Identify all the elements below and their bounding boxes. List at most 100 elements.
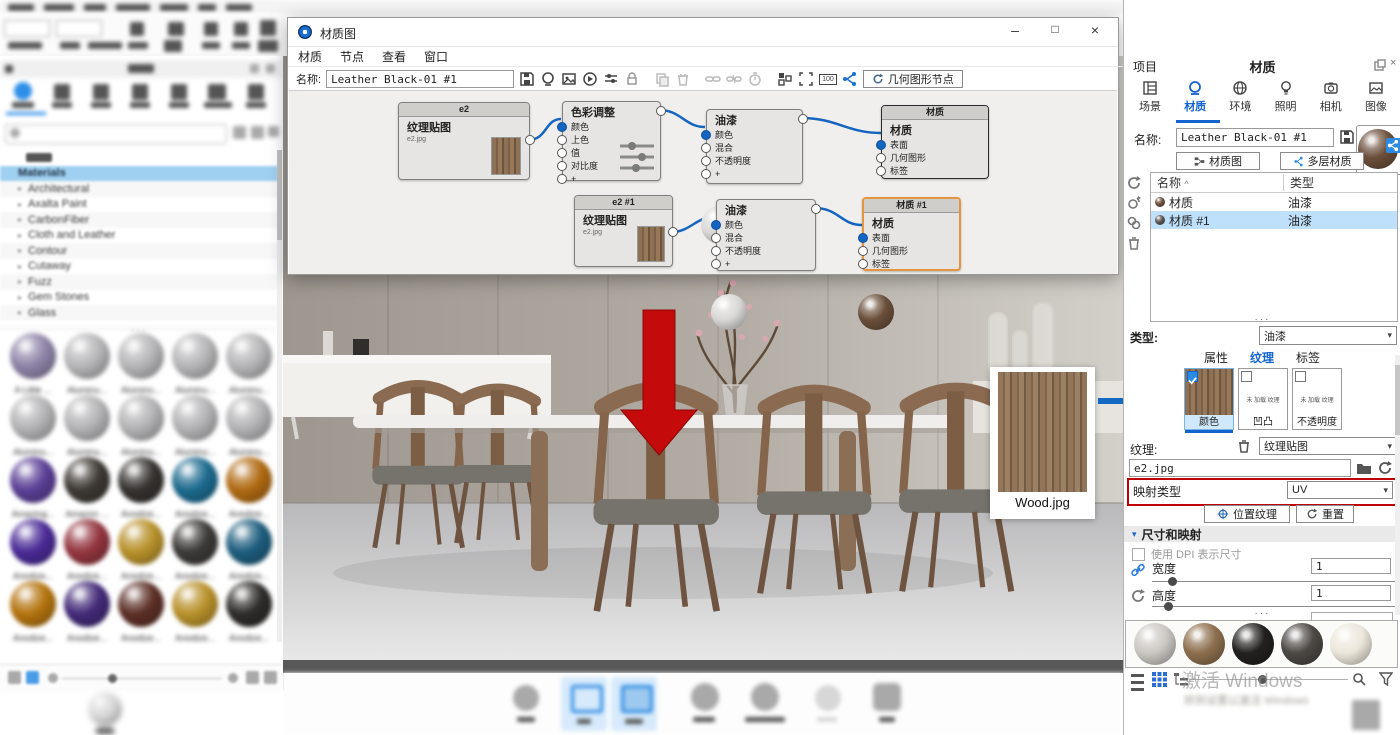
material-thumb[interactable]: Anodize... (62, 581, 112, 643)
size-mapping-section[interactable]: ▾ 尺寸和映射 (1124, 526, 1400, 542)
material-thumb[interactable]: Anodize... (116, 519, 166, 581)
tab-environment[interactable]: 环境 (1218, 80, 1262, 124)
node-canvas[interactable]: e2 纹理贴图 e2.jpg 色彩调整 颜色 上色 值 对比度 + (289, 90, 1117, 274)
refresh-all-icon[interactable] (1126, 195, 1142, 211)
geometry-node-button[interactable]: 几何图形节点 (863, 70, 963, 88)
search-icon[interactable] (1352, 672, 1366, 686)
material-thumb[interactable]: A Little ... (8, 333, 58, 395)
node-link-icon[interactable] (842, 71, 858, 87)
save-icon[interactable] (1339, 129, 1355, 145)
bottom-tool-active-1[interactable] (561, 677, 607, 731)
material-thumb[interactable]: Anodize... (116, 581, 166, 643)
tree-item[interactable]: ▸Contour (0, 243, 278, 259)
input-port[interactable] (711, 246, 721, 256)
link-lock-icon[interactable] (1130, 562, 1146, 578)
texture-slot-bump[interactable]: 未 加载 纹理 凹凸 (1238, 368, 1288, 430)
thumb-size-slider[interactable] (62, 678, 222, 679)
node-material-2-selected[interactable]: 材质 #1 材质 表面 几何图形 标签 (862, 197, 961, 271)
multi-material-badge[interactable] (1386, 138, 1400, 153)
texture-type-dropdown[interactable]: 纹理贴图▾ (1259, 437, 1397, 455)
tree-item-materials[interactable]: Materials (0, 166, 278, 182)
tree-item[interactable]: ▸Axalta Paint (0, 197, 278, 213)
texture-trash-icon[interactable] (1236, 438, 1252, 454)
variant-sphere[interactable] (1183, 623, 1225, 665)
input-port[interactable] (701, 156, 711, 166)
height-input[interactable]: 1 (1311, 585, 1391, 601)
undock-icon[interactable] (1374, 59, 1386, 71)
input-port[interactable] (557, 122, 567, 132)
maximize-button[interactable]: □ (1040, 22, 1070, 42)
tab-lighting[interactable]: 照明 (1264, 80, 1308, 124)
reset-button[interactable]: 重置 (1296, 505, 1354, 523)
width-slider[interactable] (1152, 581, 1396, 582)
tab-properties[interactable]: 属性 (1204, 349, 1228, 370)
mapping-type-dropdown[interactable]: UV▾ (1287, 481, 1393, 499)
refresh-sphere-icon[interactable] (1126, 175, 1142, 191)
unlink-icon[interactable] (726, 71, 742, 87)
material-thumb[interactable]: Aluminu... (8, 395, 58, 457)
variant-sphere[interactable] (1134, 623, 1176, 665)
bottom-tool-active-2[interactable] (611, 677, 657, 731)
save-icon[interactable] (519, 71, 535, 87)
preview-sphere-icon[interactable] (540, 71, 556, 87)
tab-labels[interactable]: 标签 (1296, 349, 1320, 370)
node-texture-map-2[interactable]: e2 #1 纹理贴图 e2.jpg (574, 195, 673, 267)
material-thumb[interactable]: Anodize... (224, 457, 274, 519)
output-port[interactable] (798, 114, 808, 124)
input-port[interactable] (701, 169, 711, 179)
menu-node[interactable]: 节点 (340, 48, 364, 65)
texture-file-input[interactable]: e2.jpg (1129, 459, 1351, 477)
menu-material[interactable]: 材质 (298, 48, 322, 65)
input-port[interactable] (876, 153, 886, 163)
output-port[interactable] (656, 106, 666, 116)
node-color-adjust[interactable]: 色彩调整 颜色 上色 值 对比度 + (562, 101, 661, 181)
zoom-100-icon[interactable]: 100 (819, 74, 837, 85)
menu-view[interactable]: 查看 (382, 48, 406, 65)
material-thumb[interactable]: Anodize... (62, 519, 112, 581)
sliders-icon[interactable] (603, 71, 619, 87)
tree-item[interactable]: ▸Gem Stones (0, 290, 278, 306)
library-scrollbar[interactable] (277, 150, 282, 642)
timer-icon[interactable] (747, 71, 763, 87)
input-port[interactable] (701, 143, 711, 153)
input-port[interactable] (876, 166, 886, 176)
material-thumb[interactable]: Aluminu... (116, 333, 166, 395)
list-view-icon[interactable] (1131, 674, 1144, 691)
tree-root-row[interactable] (0, 150, 278, 166)
delete-icon[interactable] (675, 71, 691, 87)
material-thumb[interactable]: Aluminu... (62, 333, 112, 395)
material-thumb[interactable]: Anodize... (116, 457, 166, 519)
reload-icon[interactable] (1377, 460, 1393, 476)
material-thumb[interactable]: Aluminu... (116, 395, 166, 457)
input-port[interactable] (876, 140, 886, 150)
material-name-input[interactable]: Leather Black-01 #1 (326, 70, 514, 88)
input-port[interactable] (711, 259, 721, 269)
input-port[interactable] (557, 174, 567, 184)
type-dropdown[interactable]: 油漆▾ (1259, 326, 1397, 345)
position-texture-button[interactable]: 位置纹理 (1204, 505, 1290, 523)
panel-close-icon[interactable]: × (1390, 57, 1396, 69)
material-row-selected[interactable]: 材质 #1 油漆 (1151, 211, 1397, 229)
material-thumb[interactable]: Amazon ... (62, 457, 112, 519)
minimize-button[interactable]: – (1000, 22, 1030, 42)
tree-item[interactable]: ▸Glass (0, 305, 278, 321)
library-search-input[interactable] (5, 124, 227, 144)
folder-icon[interactable] (1356, 460, 1372, 476)
material-thumb[interactable]: Anodize... (8, 581, 58, 643)
grid-view-icon[interactable] (1152, 672, 1167, 687)
tree-item[interactable]: ▸CarbonFiber (0, 212, 278, 228)
fit-view-icon[interactable] (798, 71, 814, 87)
material-thumb[interactable]: Anodize... (224, 581, 274, 643)
material-thumb[interactable]: Aluminu... (170, 395, 220, 457)
material-thumb[interactable]: Aluminu... (62, 395, 112, 457)
input-port[interactable] (858, 233, 868, 243)
multi-layer-material-button[interactable]: 多层材质 (1280, 152, 1364, 170)
node-paint[interactable]: 油漆 颜色 混合 不透明度 + (706, 109, 803, 184)
texture-slot-opacity[interactable]: 未 加载 纹理 不透明度 (1292, 368, 1342, 430)
node-material[interactable]: 材质 材质 表面 几何图形 标签 (881, 105, 989, 179)
sync-icon[interactable] (1126, 215, 1142, 231)
input-port[interactable] (858, 259, 868, 269)
input-port[interactable] (557, 135, 567, 145)
output-port[interactable] (525, 135, 535, 145)
input-port[interactable] (557, 161, 567, 171)
